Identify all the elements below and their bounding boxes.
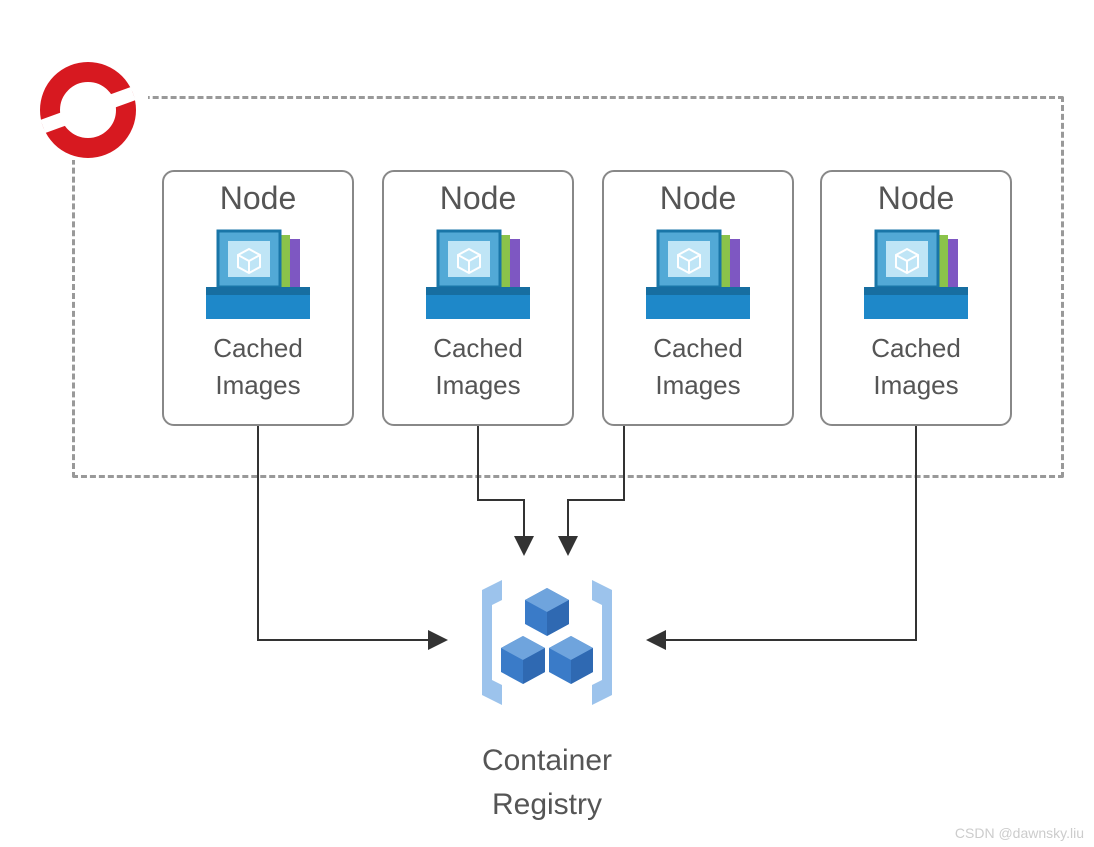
container-registry-icon [447,560,647,730]
registry-label-line1: Container [447,743,647,779]
watermark: CSDN @dawnsky.liu [955,825,1084,841]
registry-label-line2: Registry [447,787,647,823]
container-registry: Container Registry [447,560,647,823]
openshift-logo [28,60,148,160]
